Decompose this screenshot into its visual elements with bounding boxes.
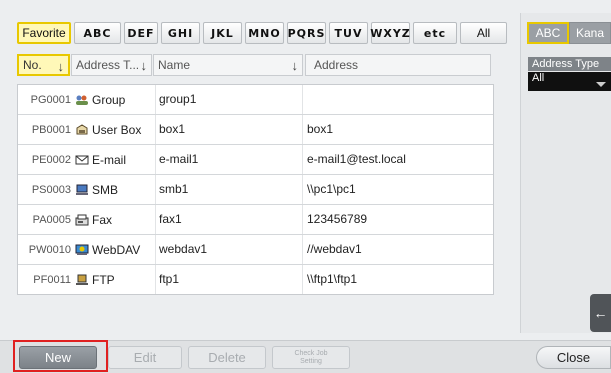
row-name: ftp1	[155, 265, 302, 294]
column-header-no-label: No.	[23, 58, 42, 72]
row-type: E-mail	[73, 153, 155, 167]
row-number: PW0010	[28, 243, 71, 256]
back-button[interactable]: ←	[590, 294, 611, 332]
tab-abc[interactable]: ABC	[74, 22, 121, 44]
row-address: \\pc1\pc1	[302, 175, 493, 204]
dropdown-arrow-icon	[596, 82, 606, 87]
tab-mno[interactable]: MNO	[245, 22, 284, 44]
abc-toggle-button[interactable]: ABC	[527, 22, 569, 44]
row-type: Group	[73, 93, 155, 107]
check-job-label-line1: Check Job	[294, 349, 328, 357]
row-name: group1	[155, 85, 302, 114]
row-type-label: User Box	[92, 122, 142, 137]
table-row[interactable]: PE0002 E-mail e-mail1 e-mail1@test.local	[18, 145, 493, 175]
row-number: PB0001	[31, 123, 71, 136]
check-job-label-line2: Setting	[300, 357, 322, 365]
row-name: e-mail1	[155, 145, 302, 174]
address-type-label: Address Type	[528, 57, 611, 71]
row-type: Fax	[73, 213, 155, 227]
column-header-name-label: Name	[158, 58, 191, 72]
row-type: SMB	[73, 183, 155, 197]
webdav-icon	[75, 244, 89, 256]
row-type-label: SMB	[92, 182, 119, 197]
user-box-icon	[75, 123, 89, 136]
row-type: WebDAV	[73, 243, 155, 257]
address-table: PG0001 Group group1 PB0001 User Box box1…	[17, 84, 494, 295]
column-header-type-label: Address T...	[76, 58, 140, 72]
row-address: \\ftp1\ftp1	[302, 265, 493, 294]
row-name: smb1	[155, 175, 302, 204]
fax-icon	[75, 214, 89, 226]
edit-button[interactable]: Edit	[108, 346, 182, 369]
row-type-label: Fax	[92, 212, 113, 227]
delete-button[interactable]: Delete	[188, 346, 266, 369]
tab-pqrs[interactable]: PQRS	[287, 22, 326, 44]
row-number: PF0011	[33, 273, 71, 286]
column-header-name[interactable]: Name ↓	[153, 54, 303, 76]
column-header-no[interactable]: No. ↓	[17, 54, 70, 76]
ftp-icon	[75, 274, 89, 286]
tab-def[interactable]: DEF	[124, 22, 158, 44]
row-number: PA0005	[32, 213, 71, 226]
row-type-label: Group	[92, 92, 126, 107]
tab-ghi[interactable]: GHI	[161, 22, 200, 44]
table-row[interactable]: PG0001 Group group1	[18, 85, 493, 115]
row-name: fax1	[155, 205, 302, 234]
new-button-highlight	[13, 340, 108, 372]
row-name: webdav1	[155, 235, 302, 264]
kana-toggle-button[interactable]: Kana	[569, 22, 611, 44]
row-type-label: E-mail	[92, 152, 127, 167]
column-header-address-label: Address	[314, 58, 359, 72]
table-row[interactable]: PF0011 FTP ftp1 \\ftp1\ftp1	[18, 265, 493, 294]
tab-jkl[interactable]: JKL	[203, 22, 242, 44]
close-button[interactable]: Close	[536, 346, 611, 369]
table-row[interactable]: PA0005 Fax fax1 123456789	[18, 205, 493, 235]
check-job-setting-button[interactable]: Check Job Setting	[272, 346, 350, 369]
row-name: box1	[155, 115, 302, 144]
row-type: FTP	[73, 273, 155, 287]
group-icon	[75, 94, 89, 106]
row-address: 123456789	[302, 205, 493, 234]
tab-wxyz[interactable]: WXYZ	[370, 22, 410, 44]
tab-all[interactable]: All	[460, 22, 507, 44]
sort-down-icon: ↓	[291, 58, 299, 73]
charset-toggle: ABC Kana	[527, 22, 611, 44]
row-number: PE0002	[31, 153, 71, 166]
column-header-address: Address	[305, 54, 491, 76]
tab-favorite[interactable]: Favorite	[17, 22, 71, 44]
table-row[interactable]: PS0003 SMB smb1 \\pc1\pc1	[18, 175, 493, 205]
sort-down-icon: ↓	[140, 58, 148, 73]
address-type-select[interactable]: All	[528, 72, 611, 91]
tab-tuv[interactable]: TUV	[329, 22, 368, 44]
address-book-screen: Favorite ABC DEF GHI JKL MNO PQRS TUV WX…	[0, 0, 611, 373]
row-number: PG0001	[30, 93, 71, 106]
column-header-type[interactable]: Address T... ↓	[71, 54, 152, 76]
table-row[interactable]: PW0010 WebDAV webdav1 //webdav1	[18, 235, 493, 265]
row-address: box1	[302, 115, 493, 144]
tab-etc[interactable]: etc	[413, 22, 457, 44]
row-address: //webdav1	[302, 235, 493, 264]
sort-down-icon: ↓	[57, 59, 65, 74]
email-icon	[75, 154, 89, 166]
smb-icon	[75, 184, 89, 196]
row-type: User Box	[73, 123, 155, 137]
row-type-label: FTP	[92, 272, 115, 287]
index-tab-bar: Favorite ABC DEF GHI JKL MNO PQRS TUV WX…	[17, 22, 510, 44]
row-number: PS0003	[31, 183, 71, 196]
table-row[interactable]: PB0001 User Box box1 box1	[18, 115, 493, 145]
row-type-label: WebDAV	[92, 242, 141, 257]
address-type-value: All	[532, 72, 545, 84]
row-address: e-mail1@test.local	[302, 145, 493, 174]
row-address	[302, 85, 493, 114]
